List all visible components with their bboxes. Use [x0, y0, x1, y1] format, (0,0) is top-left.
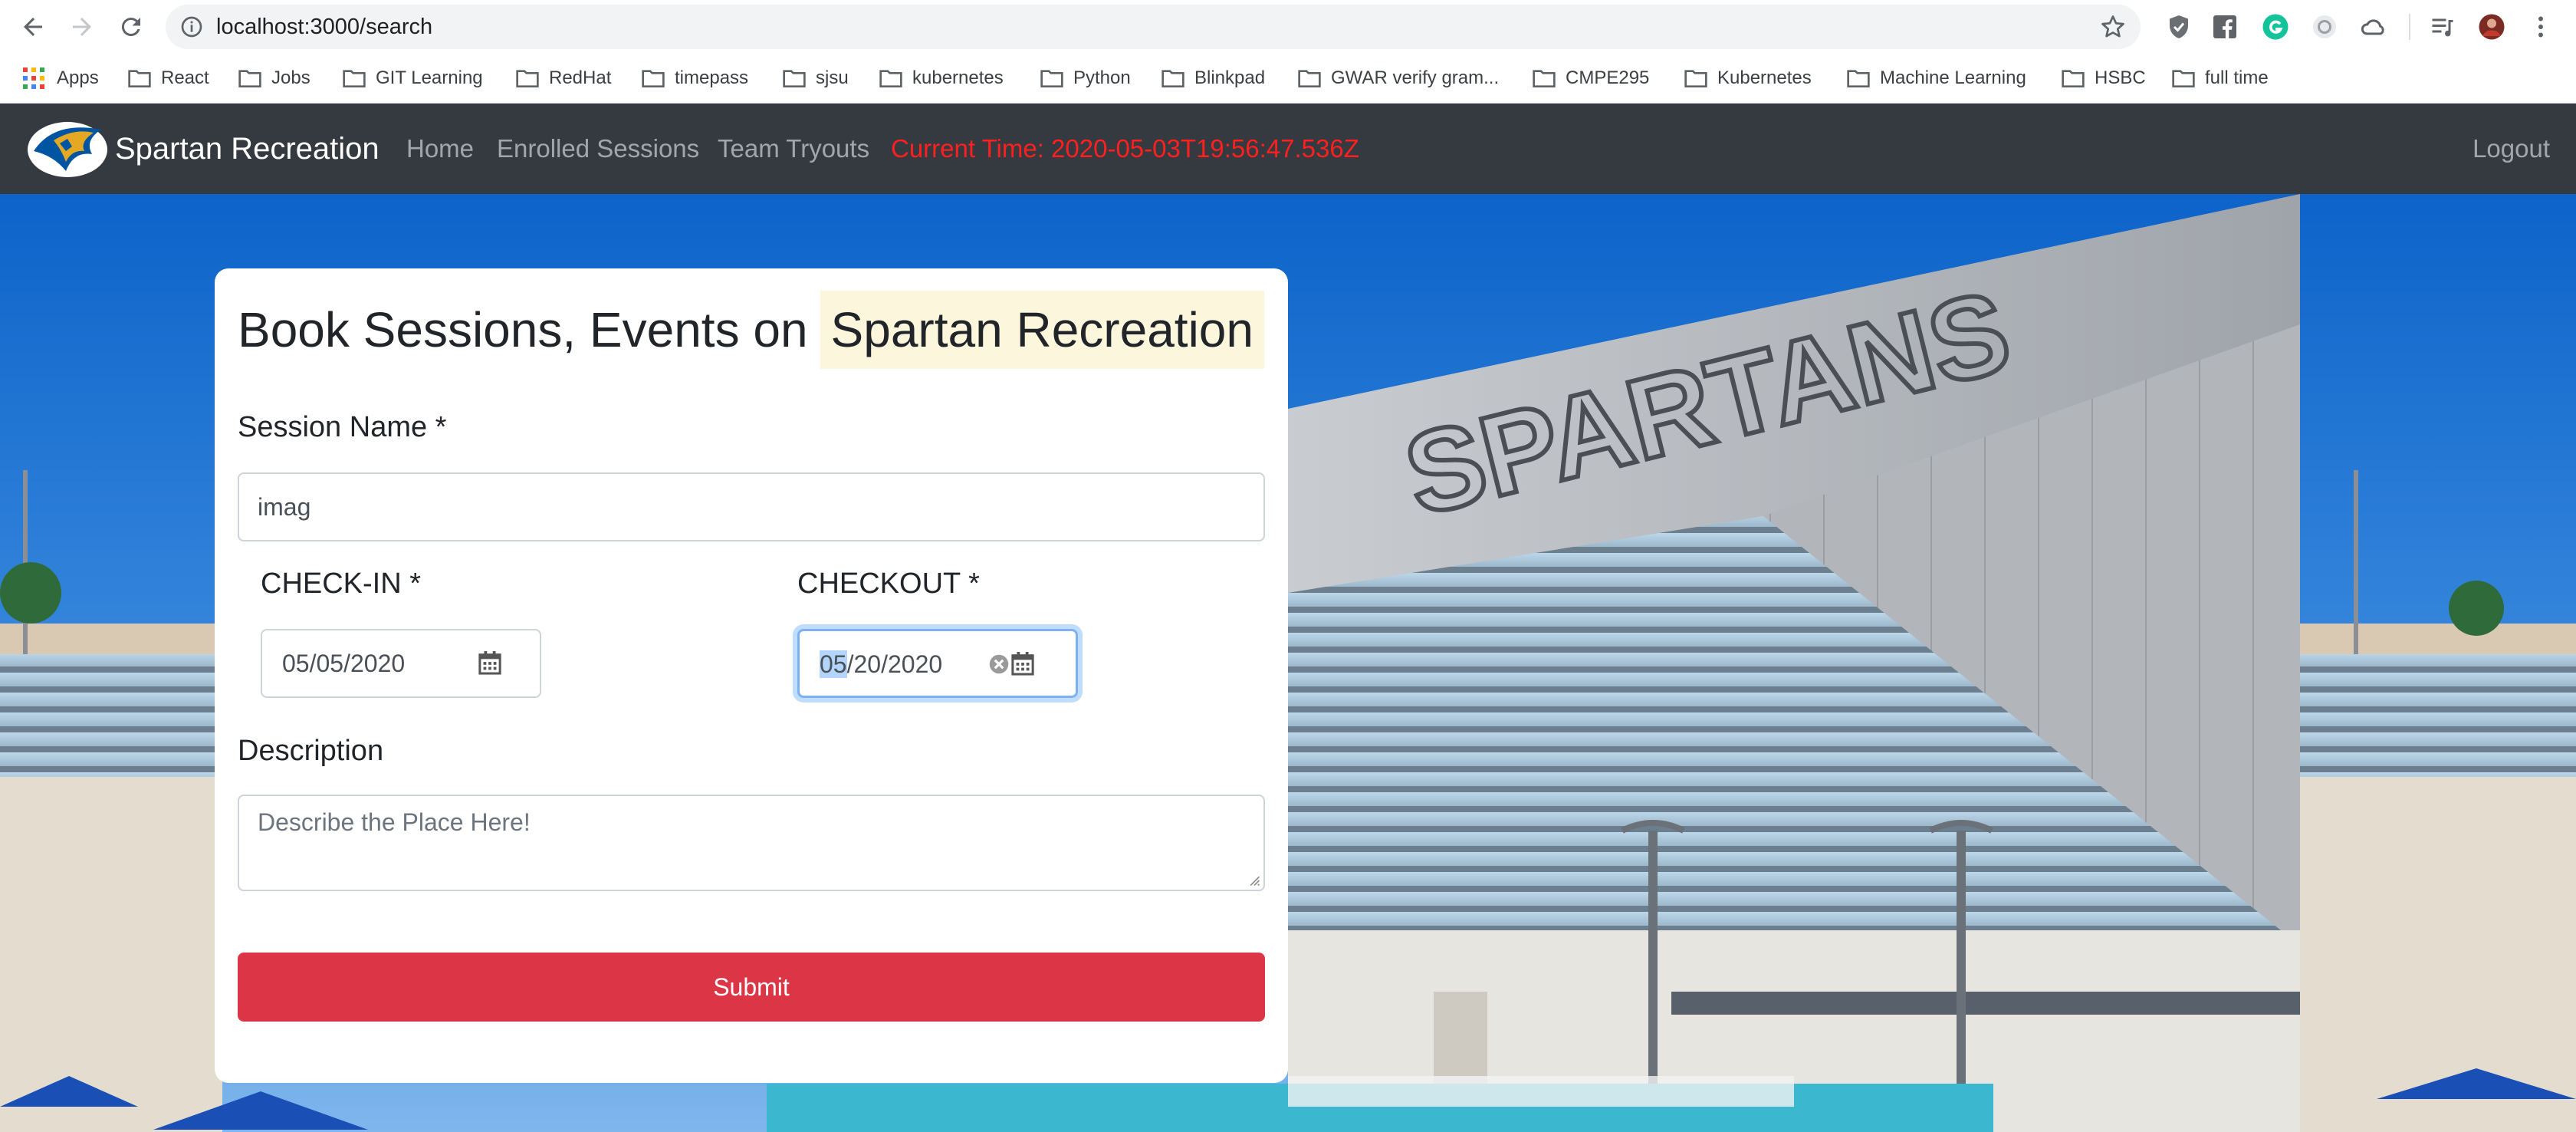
- bookmark-label: timepass: [675, 67, 749, 88]
- bookmark-blinkpad[interactable]: Blinkpad: [1161, 54, 1265, 103]
- submit-button[interactable]: Submit: [238, 953, 1265, 1022]
- folder-icon: [343, 70, 366, 87]
- url-text: localhost:3000/search: [216, 15, 433, 39]
- form-title-highlight: Spartan Recreation: [820, 291, 1264, 369]
- bookmark-label: Apps: [57, 67, 99, 88]
- checkout-month-selected: 05: [820, 650, 847, 678]
- forward-icon[interactable]: [64, 9, 100, 44]
- folder-icon: [1040, 70, 1063, 87]
- bookmark-kubernetes-2[interactable]: Kubernetes: [1684, 54, 1812, 103]
- folder-icon: [1162, 70, 1184, 87]
- profile-avatar[interactable]: [2476, 12, 2507, 42]
- nav-home[interactable]: Home: [406, 104, 474, 194]
- form-title: Book Sessions, Events on Spartan Recreat…: [238, 291, 1264, 369]
- checkin-label: CHECK-IN *: [261, 568, 422, 600]
- bookmark-gwar[interactable]: GWAR verify gram...: [1297, 54, 1499, 103]
- clear-date-icon[interactable]: [988, 653, 1010, 675]
- bookmark-full-time[interactable]: full time: [2171, 54, 2269, 103]
- folder-icon: [642, 70, 665, 87]
- bookmark-label: Machine Learning: [1880, 67, 2026, 88]
- bookmark-cmpe295[interactable]: CMPE295: [1532, 54, 1649, 103]
- facebook-extension-icon[interactable]: [2210, 12, 2240, 42]
- bookmarks-bar: Apps React Jobs GIT Learning RedHat time…: [0, 54, 2576, 104]
- folder-icon: [1847, 70, 1870, 87]
- nav-enrolled-sessions[interactable]: Enrolled Sessions: [497, 104, 699, 194]
- form-title-prefix: Book Sessions, Events on: [238, 302, 808, 357]
- folder-icon: [1684, 70, 1707, 87]
- apps-grid-icon: [23, 67, 44, 89]
- brand-title[interactable]: Spartan Recreation: [115, 104, 380, 194]
- bookmark-kubernetes[interactable]: kubernetes: [879, 54, 1004, 103]
- bookmark-label: CMPE295: [1566, 67, 1650, 88]
- back-icon[interactable]: [15, 9, 51, 44]
- booking-form-card: Book Sessions, Events on Spartan Recreat…: [215, 268, 1288, 1083]
- address-bar[interactable]: localhost:3000/search: [166, 5, 2141, 49]
- current-time-display: Current Time: 2020-05-03T19:56:47.536Z: [891, 134, 1359, 163]
- bookmark-timepass[interactable]: timepass: [641, 54, 748, 103]
- bookmark-label: RedHat: [549, 67, 612, 88]
- bookmark-python[interactable]: Python: [1040, 54, 1131, 103]
- description-label: Description: [238, 735, 384, 767]
- description-placeholder: Describe the Place Here!: [258, 808, 531, 836]
- session-name-input[interactable]: imag: [238, 472, 1265, 541]
- camera-extension-icon[interactable]: [2309, 12, 2340, 42]
- media-control-icon[interactable]: [2427, 12, 2458, 42]
- bookmark-label: Jobs: [271, 67, 310, 88]
- bookmark-label: GWAR verify gram...: [1331, 67, 1500, 88]
- info-icon[interactable]: [179, 15, 204, 39]
- bookmark-react[interactable]: React: [127, 54, 209, 103]
- bookmark-machine-learning[interactable]: Machine Learning: [1846, 54, 2026, 103]
- folder-icon: [238, 70, 261, 87]
- calendar-icon[interactable]: [478, 650, 501, 675]
- spartan-logo[interactable]: [23, 117, 110, 180]
- checkin-date-input[interactable]: 05/05/2020: [261, 629, 541, 698]
- bookmark-git-learning[interactable]: GIT Learning: [342, 54, 483, 103]
- shield-extension-icon[interactable]: [2164, 12, 2194, 42]
- folder-icon: [128, 70, 151, 87]
- cloud-extension-icon[interactable]: [2358, 12, 2389, 42]
- bookmark-label: Blinkpad: [1194, 67, 1266, 88]
- checkout-date-rest: /20/2020: [846, 650, 943, 678]
- folder-icon: [879, 70, 902, 87]
- bookmark-label: kubernetes: [912, 67, 1004, 88]
- nav-team-tryouts[interactable]: Team Tryouts: [718, 104, 869, 194]
- folder-icon: [1533, 70, 1556, 87]
- browser-menu-icon[interactable]: [2525, 12, 2556, 42]
- bookmark-star-icon[interactable]: [2099, 13, 2127, 41]
- session-name-value: imag: [258, 493, 311, 521]
- bookmark-apps[interactable]: Apps: [23, 54, 99, 103]
- logout-link[interactable]: Logout: [2472, 104, 2550, 194]
- checkout-date-value: 05/20/2020: [820, 631, 942, 697]
- folder-icon: [2062, 70, 2085, 87]
- checkin-date-value: 05/05/2020: [282, 650, 406, 677]
- folder-icon: [2172, 70, 2195, 87]
- bookmark-label: React: [161, 67, 209, 88]
- resize-grip-icon[interactable]: [1248, 874, 1260, 887]
- bookmark-label: Python: [1073, 67, 1131, 88]
- bookmark-label: GIT Learning: [376, 67, 483, 88]
- bookmark-hsbc[interactable]: HSBC: [2061, 54, 2146, 103]
- bookmark-jobs[interactable]: Jobs: [238, 54, 310, 103]
- description-textarea[interactable]: Describe the Place Here!: [238, 795, 1265, 891]
- checkout-date-input[interactable]: 05/20/2020: [797, 629, 1078, 698]
- app-navbar: Spartan Recreation Home Enrolled Session…: [0, 104, 2576, 194]
- calendar-icon[interactable]: [1011, 651, 1034, 676]
- bookmark-label: sjsu: [816, 67, 849, 88]
- toolbar-divider: [2409, 14, 2410, 40]
- folder-icon: [516, 70, 539, 87]
- folder-icon: [783, 70, 806, 87]
- browser-toolbar: localhost:3000/search: [0, 0, 2576, 54]
- folder-icon: [1298, 70, 1321, 87]
- checkout-label: CHECKOUT *: [797, 568, 980, 600]
- bookmark-redhat[interactable]: RedHat: [515, 54, 611, 103]
- bookmark-sjsu[interactable]: sjsu: [782, 54, 849, 103]
- bookmark-label: HSBC: [2095, 67, 2146, 88]
- session-name-label: Session Name *: [238, 411, 447, 443]
- grammarly-extension-icon[interactable]: [2260, 12, 2291, 42]
- reload-icon[interactable]: [113, 9, 149, 44]
- bookmark-label: full time: [2205, 67, 2269, 88]
- bookmark-label: Kubernetes: [1717, 67, 1812, 88]
